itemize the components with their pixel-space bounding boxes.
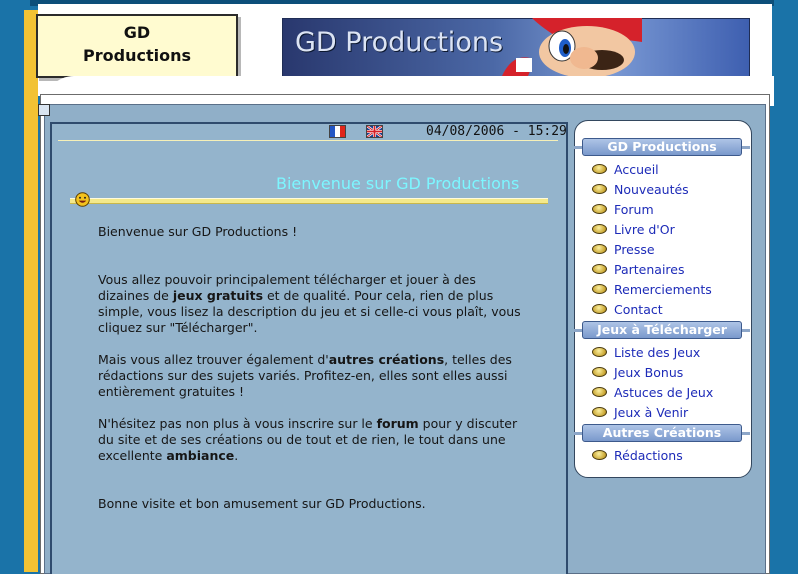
bullet-icon: [592, 347, 607, 357]
title-underline: [70, 198, 548, 204]
nav-item-jeux-bonus[interactable]: Jeux Bonus: [592, 363, 683, 381]
nav-label: Livre d'Or: [614, 221, 675, 237]
french-flag-icon[interactable]: [329, 125, 346, 138]
nav-label: Rédactions: [614, 447, 683, 463]
p3-text-e: .: [234, 448, 239, 463]
bullet-icon: [592, 264, 607, 274]
closing-line: Bonne visite et bon amusement sur GD Pro…: [98, 496, 426, 511]
paragraph-creations: Mais vous allez trouver également d'autr…: [98, 352, 528, 400]
nav-item-livre-dor[interactable]: Livre d'Or: [592, 220, 675, 238]
nav-item-nouveautes[interactable]: Nouveautés: [592, 180, 689, 198]
header-divider: [58, 140, 558, 141]
nav-label: Presse: [614, 241, 655, 257]
p3-bold-forum: forum: [376, 416, 419, 431]
smiley-icon: [75, 192, 90, 207]
bullet-icon: [592, 164, 607, 174]
welcome-text: Bienvenue sur GD Productions ! Vous alle…: [98, 224, 528, 512]
nav-label: Forum: [614, 201, 654, 217]
nav-label: Jeux à Venir: [614, 404, 689, 420]
p3-bold-ambiance: ambiance: [166, 448, 235, 463]
bullet-icon: [592, 367, 607, 377]
nav-label: Jeux Bonus: [614, 364, 684, 380]
bullet-icon: [592, 407, 607, 417]
paragraph-games: Vous allez pouvoir principalement téléch…: [98, 272, 528, 336]
nav-label: Astuces de Jeux: [614, 384, 714, 400]
bullet-icon: [592, 387, 607, 397]
nav-item-accueil[interactable]: Accueil: [592, 160, 659, 178]
nav-label: Nouveautés: [614, 181, 689, 197]
date-time: 04/08/2006 - 15:29: [426, 124, 567, 139]
banner-title: GD Productions: [295, 27, 504, 58]
bullet-icon: [592, 284, 607, 294]
nav-item-presse[interactable]: Presse: [592, 240, 655, 258]
nav-label: Accueil: [614, 161, 659, 177]
nav-section-autres-creations: Autres Créations: [582, 424, 742, 442]
mario-character-image: [502, 18, 642, 76]
nav-item-liste-des-jeux[interactable]: Liste des Jeux: [592, 343, 700, 361]
bullet-icon: [592, 204, 607, 214]
nav-item-partenaires[interactable]: Partenaires: [592, 260, 685, 278]
site-logo[interactable]: GD Productions: [36, 14, 238, 78]
nav-item-remerciements[interactable]: Remerciements: [592, 280, 712, 298]
window-restore-icon[interactable]: [38, 104, 50, 116]
nav-section-jeux-a-telecharger: Jeux à Télécharger: [582, 321, 742, 339]
bullet-icon: [592, 224, 607, 234]
bullet-icon: [592, 184, 607, 194]
nav-label: Liste des Jeux: [614, 344, 701, 360]
logo-line-2: Productions: [83, 46, 191, 65]
paragraph-forum: N'hésitez pas non plus à vous inscrire s…: [98, 416, 528, 464]
welcome-title: Bienvenue sur GD Productions: [276, 174, 520, 193]
p2-text-a: Mais vous allez trouver également d': [98, 352, 329, 367]
nav-item-forum[interactable]: Forum: [592, 200, 654, 218]
nav-item-jeux-a-venir[interactable]: Jeux à Venir: [592, 403, 688, 421]
bullet-icon: [592, 244, 607, 254]
p1-bold: jeux gratuits: [172, 288, 264, 303]
nav-item-redactions[interactable]: Rédactions: [592, 446, 683, 464]
english-flag-icon[interactable]: [366, 125, 383, 138]
p3-text-a: N'hésitez pas non plus à vous inscrire s…: [98, 416, 377, 431]
intro-line: Bienvenue sur GD Productions !: [98, 224, 298, 239]
p2-bold: autres créations: [328, 352, 445, 367]
nav-label: Partenaires: [614, 261, 685, 277]
nav-item-astuces-de-jeux[interactable]: Astuces de Jeux: [592, 383, 713, 401]
bullet-icon: [592, 450, 607, 460]
logo-line-1: GD: [123, 23, 151, 42]
nav-section-gd-productions: GD Productions: [582, 138, 742, 156]
nav-label: Remerciements: [614, 281, 712, 297]
bullet-icon: [592, 304, 607, 314]
nav-label: Contact: [614, 301, 663, 317]
nav-item-contact[interactable]: Contact: [592, 300, 663, 318]
left-yellow-strip: [24, 10, 38, 572]
